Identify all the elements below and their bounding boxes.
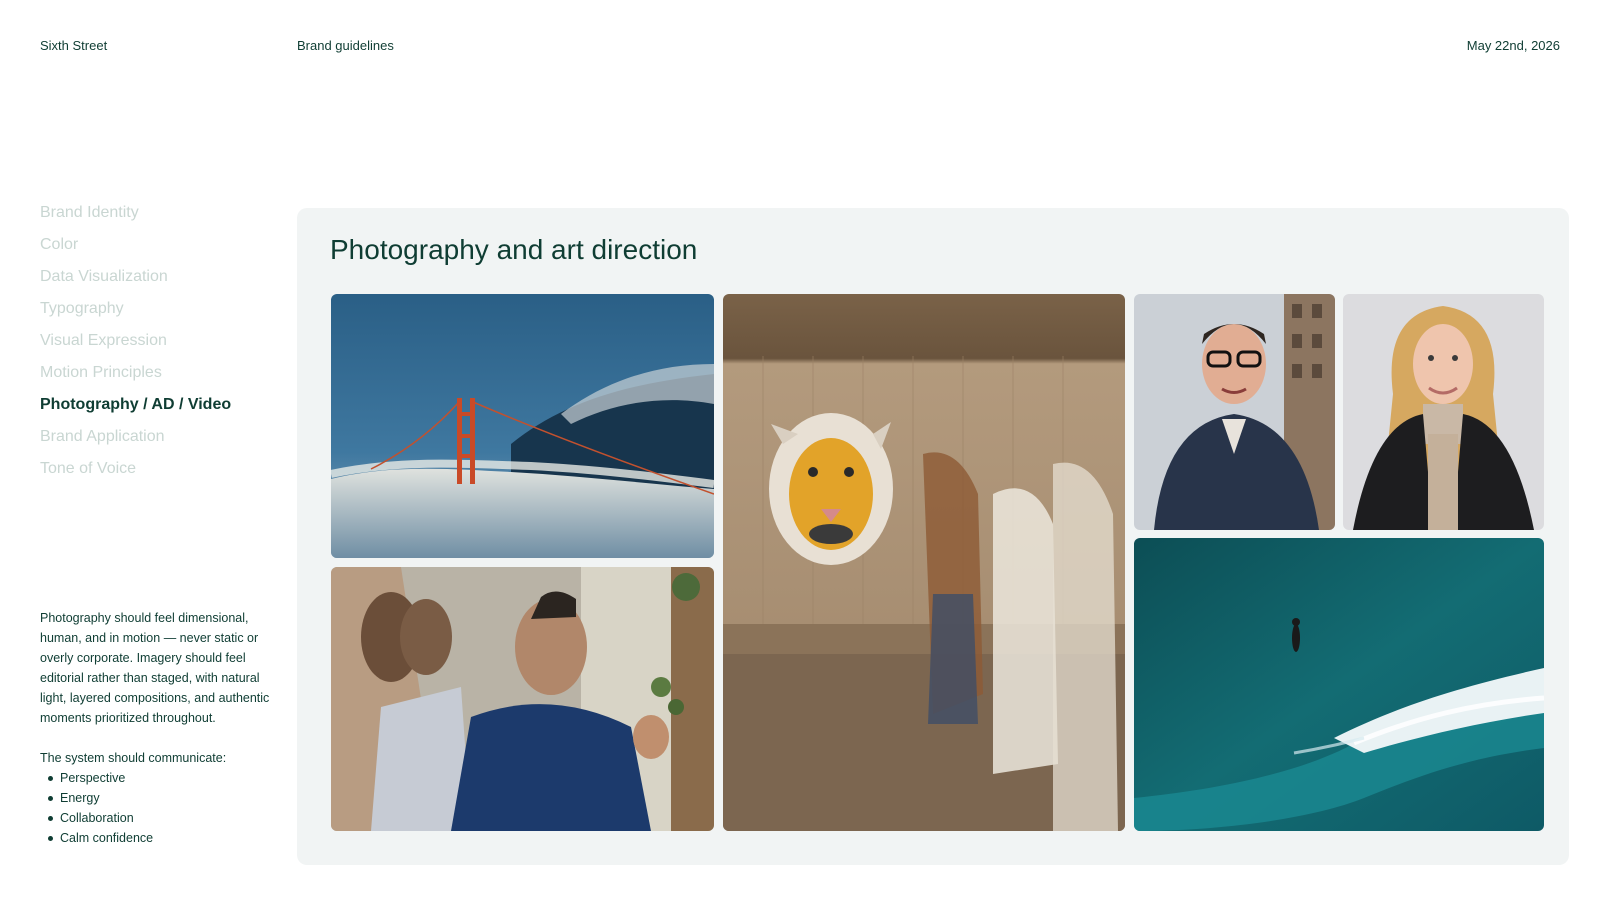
document-date: May 22nd, 2026	[1466, 38, 1560, 53]
communicate-list: Perspective Energy Collaboration Calm co…	[40, 768, 272, 848]
list-item: Collaboration	[40, 808, 272, 828]
section-nav: Brand Identity Color Data Visualization …	[40, 203, 280, 491]
section-description: Photography should feel dimensional, hum…	[40, 608, 272, 848]
nav-item-color[interactable]: Color	[40, 235, 280, 267]
photo-bridge-fog[interactable]	[331, 294, 714, 558]
description-paragraph: Photography should feel dimensional, hum…	[40, 611, 270, 725]
nav-item-brand-identity[interactable]: Brand Identity	[40, 203, 280, 235]
list-item: Perspective	[40, 768, 272, 788]
nav-item-visual-expression[interactable]: Visual Expression	[40, 331, 280, 363]
nav-item-photography[interactable]: Photography / AD / Video	[40, 395, 280, 427]
photo-tiger-wall[interactable]	[723, 294, 1125, 831]
nav-item-brand-application[interactable]: Brand Application	[40, 427, 280, 459]
photography-panel: Photography and art direction	[297, 208, 1569, 865]
nav-item-data-visualization[interactable]: Data Visualization	[40, 267, 280, 299]
nav-item-motion-principles[interactable]: Motion Principles	[40, 363, 280, 395]
list-heading: The system should communicate:	[40, 751, 227, 765]
nav-item-typography[interactable]: Typography	[40, 299, 280, 331]
photo-ocean-wave[interactable]	[1134, 538, 1544, 831]
page-title: Photography and art direction	[330, 234, 698, 265]
photo-portrait-woman[interactable]	[1343, 294, 1544, 530]
list-item: Energy	[40, 788, 272, 808]
brand-name: Sixth Street	[40, 38, 108, 53]
document-title: Brand guidelines	[297, 38, 394, 53]
photo-portrait-man[interactable]	[1134, 294, 1335, 530]
photo-meeting[interactable]	[331, 567, 714, 831]
list-item: Calm confidence	[40, 828, 272, 848]
nav-item-tone-of-voice[interactable]: Tone of Voice	[40, 459, 280, 491]
